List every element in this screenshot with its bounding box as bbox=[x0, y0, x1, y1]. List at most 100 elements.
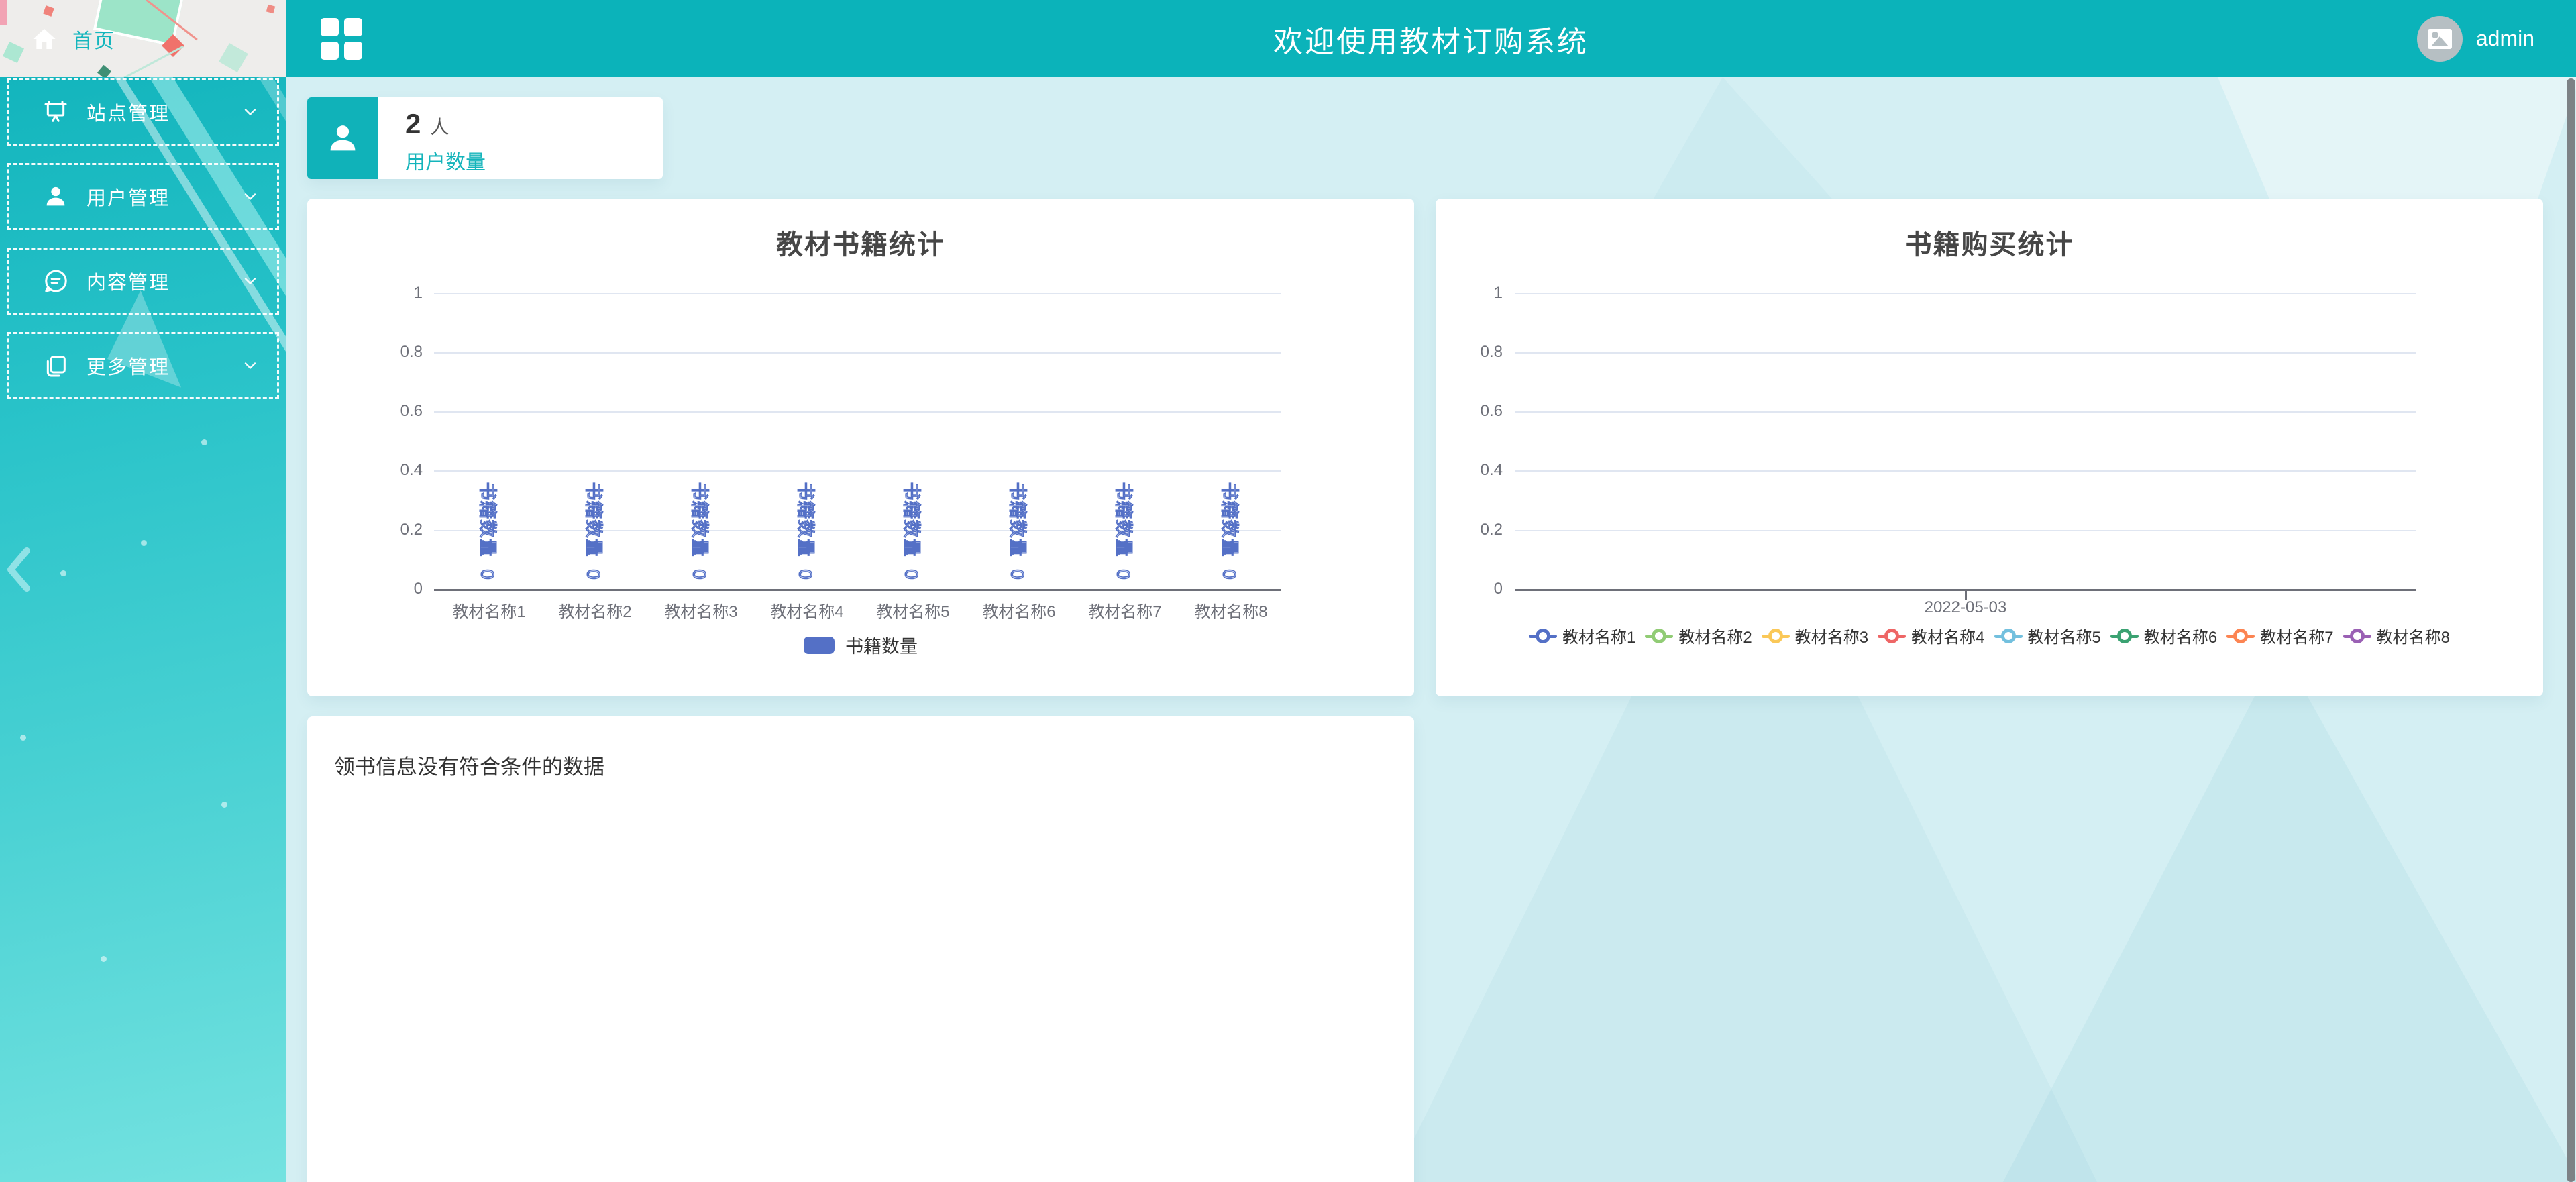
bar-value-label: 书籍数量0 bbox=[582, 486, 608, 576]
line-marker-icon bbox=[2343, 628, 2371, 644]
chevron-down-icon bbox=[241, 103, 260, 121]
gridline bbox=[434, 530, 1281, 531]
y-tick-label: 0 bbox=[347, 579, 423, 599]
sidebar-item-label: 内容管理 bbox=[87, 267, 241, 295]
sidebar-menu: 站点管理 用户管理 内容管理 bbox=[0, 77, 286, 1182]
x-axis-line bbox=[434, 589, 1281, 591]
chevron-down-icon bbox=[241, 272, 260, 290]
y-tick-label: 0.2 bbox=[347, 520, 423, 540]
legend-item[interactable]: 教材名称6 bbox=[2110, 624, 2217, 647]
y-tick-label: 0.8 bbox=[1436, 342, 1503, 362]
y-tick-label: 1 bbox=[1436, 283, 1503, 303]
legend-label: 教材名称2 bbox=[1678, 624, 1752, 647]
confetti-shape bbox=[3, 42, 24, 63]
sidebar-item-label: 首页 bbox=[72, 24, 115, 54]
legend-item[interactable]: 教材名称1 bbox=[1529, 624, 1635, 647]
x-category-label: 教材名称4 bbox=[754, 598, 860, 622]
legend-label: 书籍数量 bbox=[845, 632, 918, 658]
legend-item[interactable]: 教材名称5 bbox=[1994, 624, 2101, 647]
y-tick-label: 0.4 bbox=[1436, 460, 1503, 480]
decor-dot bbox=[60, 570, 66, 576]
username: admin bbox=[2476, 26, 2534, 51]
empty-state-text: 领书信息没有符合条件的数据 bbox=[334, 750, 1387, 780]
legend-label: 教材名称8 bbox=[2377, 624, 2450, 647]
scrollbar[interactable] bbox=[2567, 78, 2575, 1182]
sidebar-item-home[interactable]: 首页 bbox=[31, 24, 115, 54]
x-category-label: 教材名称2 bbox=[542, 598, 648, 622]
sidebar-item-content-management[interactable]: 内容管理 bbox=[7, 248, 279, 315]
x-category-label: 教材名称3 bbox=[648, 598, 754, 622]
sidebar-logo-area: 首页 bbox=[0, 0, 286, 77]
line-marker-icon bbox=[2110, 628, 2139, 644]
legend-label: 教材名称5 bbox=[2028, 624, 2101, 647]
user-icon bbox=[42, 183, 69, 210]
sidebar-item-label: 用户管理 bbox=[87, 182, 241, 211]
gridline bbox=[434, 352, 1281, 354]
gridline bbox=[1515, 293, 2416, 294]
confetti-shape bbox=[97, 65, 111, 77]
copy-icon bbox=[42, 352, 69, 379]
legend-swatch bbox=[804, 637, 835, 654]
main-content: 2人 用户数量 教材书籍统计 1 0.8 0.6 0.4 0.2 0 教材名称1… bbox=[286, 77, 2576, 1182]
x-date-label: 2022-05-03 bbox=[1831, 598, 2100, 617]
legend-label: 教材名称1 bbox=[1562, 624, 1635, 647]
confetti-shape bbox=[0, 0, 7, 25]
line-marker-icon bbox=[1529, 628, 1557, 644]
legend-item-book-count[interactable]: 书籍数量 bbox=[307, 632, 1414, 658]
sidebar-item-more-management[interactable]: 更多管理 bbox=[7, 332, 279, 399]
image-icon bbox=[2427, 28, 2453, 50]
bar-value-label: 书籍数量0 bbox=[1112, 486, 1138, 576]
legend-item[interactable]: 教材名称8 bbox=[2343, 624, 2450, 647]
sidebar-item-label: 站点管理 bbox=[87, 98, 241, 126]
x-category-label: 教材名称5 bbox=[860, 598, 966, 622]
book-collection-panel: 领书信息没有符合条件的数据 bbox=[307, 716, 1414, 1182]
line-marker-icon bbox=[2226, 628, 2255, 644]
header: 欢迎使用教材订购系统 admin bbox=[286, 0, 2576, 77]
chart-legend: 教材名称1 教材名称2 教材名称3 教材名称4 教材名称5 教材名称6 教材名称… bbox=[1436, 624, 2543, 647]
chart-title: 教材书籍统计 bbox=[307, 223, 1414, 262]
gridline bbox=[1515, 352, 2416, 354]
legend-item[interactable]: 教材名称4 bbox=[1878, 624, 1984, 647]
y-tick-label: 0.8 bbox=[347, 342, 423, 362]
gridline bbox=[1515, 470, 2416, 472]
sidebar-item-label: 更多管理 bbox=[87, 352, 241, 380]
decor-dot bbox=[141, 540, 147, 546]
user-icon bbox=[325, 121, 360, 156]
gridline bbox=[434, 411, 1281, 413]
collapse-sidebar-icon[interactable] bbox=[1, 545, 36, 594]
legend-item[interactable]: 教材名称2 bbox=[1645, 624, 1752, 647]
purchase-stats-chart-card: 书籍购买统计 1 0.8 0.6 0.4 0.2 0 2022-05-03 教材… bbox=[1436, 199, 2543, 696]
sidebar-item-site-management[interactable]: 站点管理 bbox=[7, 78, 279, 146]
gridline bbox=[1515, 411, 2416, 413]
x-category-label: 教材名称6 bbox=[966, 598, 1072, 622]
legend-item[interactable]: 教材名称7 bbox=[2226, 624, 2333, 647]
confetti-shape bbox=[111, 46, 183, 77]
legend-item[interactable]: 教材名称3 bbox=[1762, 624, 1868, 647]
confetti-shape bbox=[219, 43, 248, 72]
decor-dot bbox=[101, 956, 107, 962]
bar-value-label: 书籍数量0 bbox=[688, 486, 714, 576]
line-marker-icon bbox=[1878, 628, 1906, 644]
gridline bbox=[434, 293, 1281, 294]
line-marker-icon bbox=[1994, 628, 2023, 644]
x-category-label: 教材名称1 bbox=[436, 598, 542, 622]
grid-menu-icon[interactable] bbox=[321, 18, 362, 60]
bar-value-label: 书籍数量0 bbox=[476, 486, 502, 576]
gridline bbox=[434, 470, 1281, 472]
user-count-unit: 人 bbox=[430, 117, 449, 138]
avatar bbox=[2417, 16, 2463, 62]
board-icon bbox=[42, 99, 69, 125]
book-stats-chart-card: 教材书籍统计 1 0.8 0.6 0.4 0.2 0 教材名称1 教材名称2 教… bbox=[307, 199, 1414, 696]
x-category-label: 教材名称8 bbox=[1178, 598, 1284, 622]
user-count-value: 2人 bbox=[405, 108, 486, 140]
y-tick-label: 0.2 bbox=[1436, 520, 1503, 540]
sidebar-item-user-management[interactable]: 用户管理 bbox=[7, 163, 279, 230]
legend-label: 教材名称4 bbox=[1911, 624, 1984, 647]
bar-value-label: 书籍数量0 bbox=[794, 486, 820, 576]
user-menu[interactable]: admin bbox=[2417, 16, 2534, 62]
legend-label: 教材名称3 bbox=[1795, 624, 1868, 647]
home-icon bbox=[31, 25, 58, 52]
confetti-shape bbox=[266, 5, 275, 13]
chevron-down-icon bbox=[241, 356, 260, 375]
comment-icon bbox=[42, 268, 69, 294]
